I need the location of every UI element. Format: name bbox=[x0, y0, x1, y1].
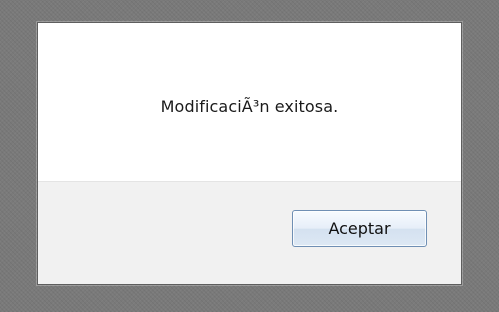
dialog-footer: Aceptar bbox=[38, 181, 461, 284]
dialog-message: ModificaciÃ³n exitosa. bbox=[160, 96, 339, 116]
accept-button[interactable]: Aceptar bbox=[292, 210, 427, 247]
dialog-body: ModificaciÃ³n exitosa. bbox=[38, 23, 461, 181]
message-dialog: ModificaciÃ³n exitosa. Aceptar bbox=[37, 22, 462, 285]
